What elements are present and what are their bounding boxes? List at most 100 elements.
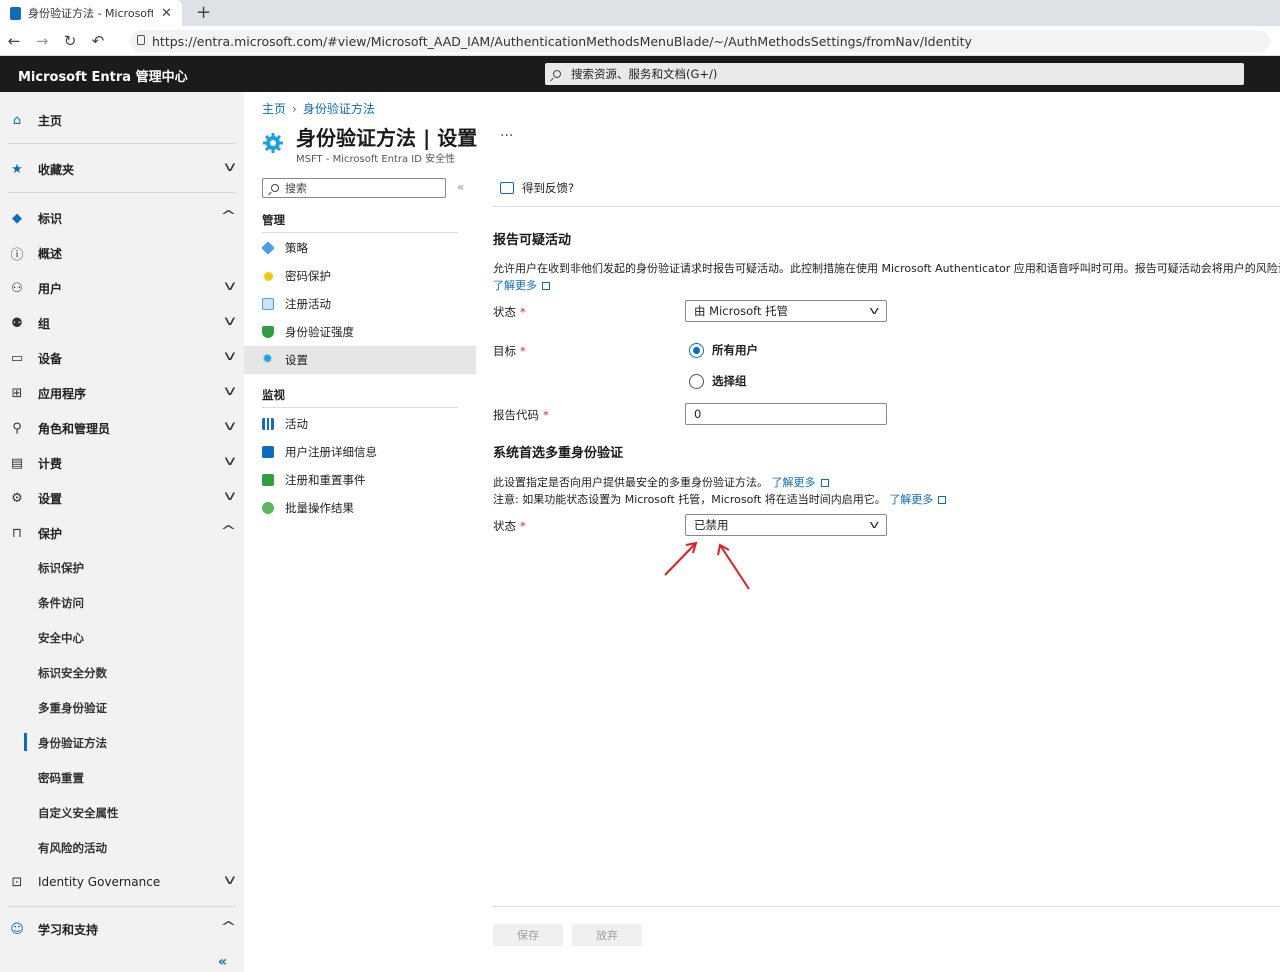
nav-item-users[interactable]: ⚇ 用户 v <box>0 271 244 305</box>
chevron-up-icon: ^ <box>220 209 237 224</box>
state-label: 状态 * <box>493 304 526 320</box>
state-dropdown[interactable]: 由 Microsoft 托管 v <box>685 300 887 322</box>
submenu-item-bulk-results[interactable]: 批量操作结果 <box>244 494 476 522</box>
brand-title[interactable]: Microsoft Entra 管理中心 <box>18 66 188 85</box>
global-search-placeholder: 搜索资源、服务和文档(G+/) <box>571 67 718 81</box>
divider <box>492 906 1280 907</box>
billing-document-icon: ▤ <box>10 455 24 471</box>
mfa-description-text: 此设置指定是否向用户提供最安全的多重身份验证方法。 <box>493 476 768 489</box>
nav-item-home[interactable]: ⌂ 主页 <box>0 103 244 137</box>
mfa-note-text: 注意: 如果功能状态设置为 Microsoft 托管，Microsoft 将在适… <box>493 493 886 506</box>
shield-icon <box>262 326 274 338</box>
forward-icon[interactable]: → <box>28 32 56 50</box>
nav-item-identity[interactable]: ◆ 标识 ^ <box>0 201 244 235</box>
nav-label: 主页 <box>38 113 63 128</box>
details-document-icon <box>262 446 274 458</box>
submenu-item-auth-strength[interactable]: 身份验证强度 <box>244 318 476 346</box>
nav-subitem[interactable]: 自定义安全属性 <box>38 805 119 821</box>
submenu-item-user-registration-details[interactable]: 用户注册详细信息 <box>244 438 476 466</box>
breadcrumb-current[interactable]: 身份验证方法 <box>303 102 375 116</box>
collapse-submenu-button[interactable]: « <box>457 180 464 194</box>
nav-item-apps[interactable]: ⊞ 应用程序 v <box>0 376 244 410</box>
group-icon: ⚉ <box>11 315 23 331</box>
undo-icon[interactable]: ↶ <box>84 32 112 50</box>
submenu-item-registration-reset-events[interactable]: 注册和重置事件 <box>244 466 476 494</box>
section-header-monitor: 监视 <box>262 388 285 402</box>
nav-item-overview[interactable]: ⓘ 概述 <box>0 236 244 270</box>
nav-item-settings[interactable]: ⚙ 设置 v <box>0 481 244 515</box>
close-tab-icon[interactable]: ✕ <box>161 6 172 21</box>
chevron-right-icon: › <box>292 102 297 116</box>
submenu-item-registration-activity[interactable]: 注册活动 <box>244 290 476 318</box>
submenu-item-settings[interactable]: ✹ 设置 <box>244 346 476 374</box>
submenu-item-password-protection[interactable]: 密码保护 <box>244 262 476 290</box>
radio-unselected-icon <box>689 373 704 389</box>
nav-subitem[interactable]: 标识保护 <box>38 560 84 576</box>
nav-subitem[interactable]: 安全中心 <box>38 630 84 646</box>
submenu-label: 身份验证强度 <box>285 325 354 339</box>
nav-subitem[interactable]: 有风险的活动 <box>38 840 107 856</box>
chevron-down-icon: v <box>224 349 236 364</box>
url-field[interactable]: https://entra.microsoft.com/#view/Micros… <box>130 30 1270 52</box>
nav-item-roles[interactable]: ⚲ 角色和管理员 v <box>0 411 244 445</box>
target-select-groups-radio[interactable]: 选择组 <box>689 373 747 389</box>
radio-label: 所有用户 <box>712 343 758 357</box>
submenu-label: 注册活动 <box>285 297 331 311</box>
report-code-input[interactable]: 0 <box>685 403 887 425</box>
submenu-search-input[interactable]: 搜索 <box>262 178 446 198</box>
nav-label: 角色和管理员 <box>38 421 111 436</box>
back-icon[interactable]: ← <box>0 32 28 50</box>
nav-item-billing[interactable]: ▤ 计费 v <box>0 446 244 480</box>
info-icon: ⓘ <box>10 247 24 263</box>
global-search-input[interactable]: 搜索资源、服务和文档(G+/) <box>545 63 1244 85</box>
required-asterisk: * <box>520 344 526 358</box>
registration-document-icon <box>262 298 274 310</box>
nav-subitem[interactable]: 标识安全分数 <box>38 665 107 681</box>
nav-subitem[interactable]: 条件访问 <box>38 595 84 611</box>
lock-icon: ⊓ <box>11 525 23 541</box>
nav-subitem[interactable]: 多重身份验证 <box>38 700 107 716</box>
apps-grid-icon: ⊞ <box>11 385 23 401</box>
events-document-icon <box>262 474 274 486</box>
nav-item-identity-governance[interactable]: ⊡ Identity Governance v <box>0 865 244 899</box>
nav-item-favorites[interactable]: ★ 收藏夹 v <box>0 152 244 186</box>
breadcrumb-home[interactable]: 主页 <box>262 102 286 116</box>
submenu-item-policies[interactable]: 策略 <box>244 234 476 262</box>
nav-item-groups[interactable]: ⚉ 组 v <box>0 306 244 340</box>
chevron-down-icon: v <box>224 384 236 399</box>
chevron-down-icon: v <box>224 489 236 504</box>
divider <box>8 192 236 193</box>
save-button[interactable]: 保存 <box>493 924 563 946</box>
mfa-state-label-text: 状态 <box>493 519 516 533</box>
learn-more-link[interactable]: 了解更多 <box>772 476 816 489</box>
feedback-button[interactable]: 得到反馈? <box>500 180 574 196</box>
annotation-arrow-right <box>717 543 750 590</box>
nav-item-protection[interactable]: ⊓ 保护 ^ <box>0 516 244 550</box>
user-icon: ⚇ <box>11 280 23 296</box>
reload-icon[interactable]: ↻ <box>56 32 84 50</box>
url-text: https://entra.microsoft.com/#view/Micros… <box>152 33 972 49</box>
nav-item-learn-support[interactable]: ☺ 学习和支持 ^ <box>0 912 244 946</box>
submenu-label: 策略 <box>285 241 308 255</box>
target-all-users-radio[interactable]: 所有用户 <box>689 342 758 358</box>
discard-button[interactable]: 放弃 <box>572 924 642 946</box>
learn-more-link[interactable]: 了解更多 <box>493 277 550 293</box>
submenu-item-activity[interactable]: 活动 <box>244 410 476 438</box>
collapse-nav-button[interactable]: « <box>218 954 227 970</box>
annotation-arrows <box>664 541 750 590</box>
mfa-state-dropdown[interactable]: 已禁用 v <box>685 514 887 536</box>
radio-selected-icon <box>689 342 704 358</box>
external-link-icon <box>820 479 829 487</box>
tab-title: 身份验证方法 - Microsoft E <box>28 7 153 20</box>
nav-item-devices[interactable]: ▭ 设备 v <box>0 341 244 375</box>
external-link-icon <box>542 282 550 290</box>
nav-subitem[interactable]: 密码重置 <box>38 770 84 786</box>
state-label-text: 状态 <box>493 305 516 319</box>
feedback-icon <box>500 182 514 194</box>
new-tab-button[interactable]: + <box>196 2 211 23</box>
nav-subitem-active[interactable]: 身份验证方法 <box>38 735 107 751</box>
more-actions-button[interactable]: ··· <box>500 128 513 144</box>
nav-label: 设置 <box>38 491 63 506</box>
browser-tab[interactable]: 身份验证方法 - Microsoft E ✕ <box>0 0 182 26</box>
learn-more-link[interactable]: 了解更多 <box>889 493 933 506</box>
